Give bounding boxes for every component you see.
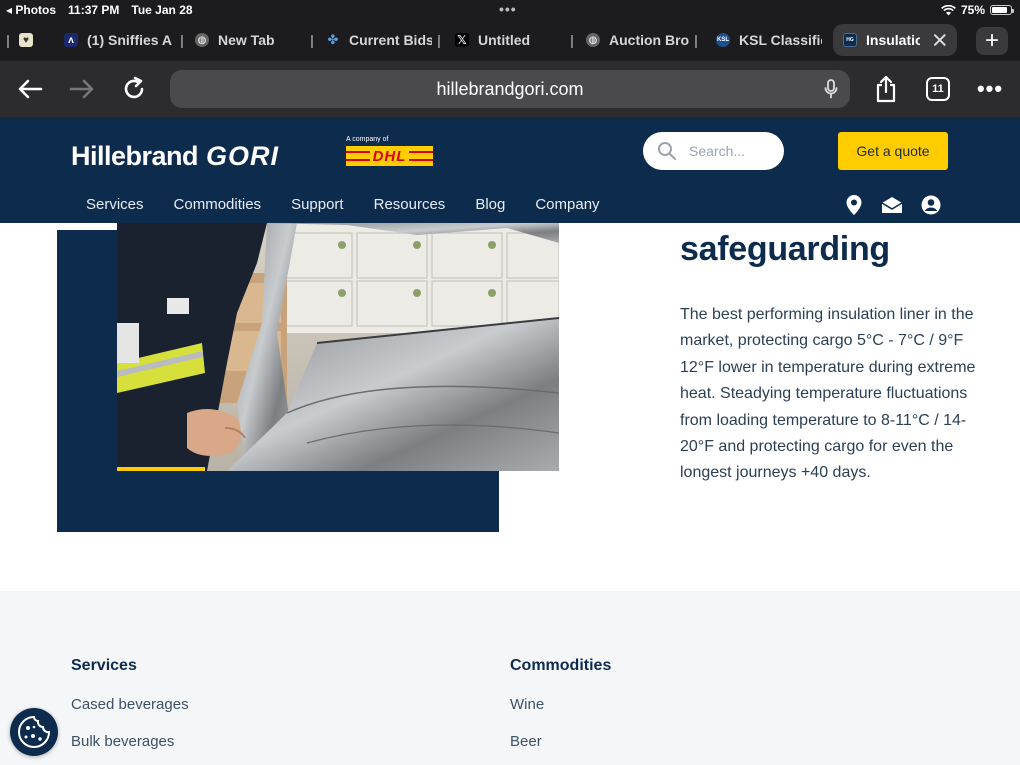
more-options-button[interactable]: ••• (974, 73, 1006, 105)
footer-commodities-title: Commodities (510, 657, 612, 674)
x-logo-icon: 𝕏 (455, 33, 469, 47)
cookie-settings-button[interactable] (10, 708, 58, 756)
tab-count: 11 (932, 83, 944, 95)
tab-favicon-icon: ♥ (18, 33, 33, 47)
insulation-liner-photo (117, 223, 559, 471)
ellipsis-icon: ••• (976, 76, 1004, 101)
location-pin-icon[interactable] (845, 194, 863, 216)
footer-link-wine[interactable]: Wine (510, 696, 611, 713)
battery-percent: 75% (960, 3, 985, 17)
search-placeholder: Search... (689, 143, 746, 159)
footer-link-cased-beverages[interactable]: Cased beverages (71, 696, 189, 713)
tab-untitled[interactable]: 𝕏 Untitled (455, 24, 555, 56)
user-account-icon[interactable] (921, 195, 941, 215)
back-button[interactable] (14, 73, 46, 105)
back-to-app-link[interactable]: ◂ Photos (6, 3, 56, 17)
footer-link-beer[interactable]: Beer (510, 733, 611, 750)
photo-illustration (117, 223, 559, 471)
ksl-icon: KSL (716, 33, 730, 47)
hillebrand-gori-logo[interactable]: Hillebrand GORI (71, 141, 279, 172)
logo-hillebrand-text: Hillebrand (71, 141, 199, 171)
footer-commodities-column: Commodities Wine Beer (510, 657, 611, 765)
nav-blog[interactable]: Blog (475, 196, 505, 213)
forward-button[interactable] (66, 73, 98, 105)
search-icon (658, 142, 676, 160)
tab-ksl-classifieds[interactable]: KSL KSL Classifie (716, 24, 822, 56)
reload-icon (124, 76, 144, 99)
site-search-input[interactable]: Search... (643, 132, 784, 170)
tab-auction-brok[interactable]: ◍ Auction Brok (586, 24, 690, 56)
sniffies-icon: ᴧ (64, 33, 78, 47)
globe-icon: ◍ (195, 33, 209, 47)
tab-strip: | ♥ ᴧ (1) Sniffies A | ◍ New Tab | ✤ Cur… (0, 19, 1020, 61)
new-tab-plus-button[interactable]: + (976, 27, 1008, 55)
status-time: 11:37 PM (68, 3, 120, 17)
share-button[interactable] (870, 73, 902, 105)
section-body-text: The best performing insulation liner in … (680, 306, 976, 482)
header-icon-group (845, 194, 941, 216)
tab-sniffies[interactable]: ᴧ (1) Sniffies A (64, 24, 176, 56)
tab-count-icon: 11 (926, 77, 950, 101)
tab-current-bids[interactable]: ✤ Current Bids (326, 24, 432, 56)
get-a-quote-button[interactable]: Get a quote (838, 132, 948, 170)
battery-icon (990, 5, 1014, 15)
nav-commodities[interactable]: Commodities (174, 196, 262, 213)
status-date: Tue Jan 28 (131, 3, 193, 17)
main-nav: Services Commodities Support Resources B… (86, 196, 600, 213)
globe-icon: ◍ (586, 33, 600, 47)
share-icon (876, 75, 896, 103)
site-header: Hillebrand GORI A company of DHL Search.… (0, 117, 1020, 223)
wifi-icon (941, 4, 956, 15)
nav-company[interactable]: Company (535, 196, 599, 213)
browser-toolbar: hillebrandgori.com 11 ••• (0, 61, 1020, 117)
cookie-icon (18, 715, 51, 748)
tab-overview-button[interactable]: 11 (922, 73, 954, 105)
arrow-left-icon (18, 79, 43, 99)
hillebrand-favicon: HG (843, 33, 857, 47)
company-of-label: A company of (346, 136, 389, 143)
close-tab-icon[interactable] (933, 33, 947, 47)
section-heading: safeguarding (680, 230, 890, 268)
photo-yellow-accent (117, 467, 205, 471)
microphone-icon[interactable] (824, 79, 838, 99)
footer-services-title: Services (71, 657, 137, 674)
envelope-icon[interactable] (881, 196, 903, 214)
footer-services-column: Services Cased beverages Bulk beverages (71, 657, 189, 765)
site-footer: Services Cased beverages Bulk beverages … (0, 591, 1020, 765)
nav-support[interactable]: Support (291, 196, 344, 213)
tab-hidden-left[interactable]: | ♥ (6, 24, 33, 56)
multitasking-dots-icon[interactable]: ••• (499, 1, 517, 17)
tab-insulation-active[interactable]: HG Insulatio (833, 24, 957, 56)
nav-resources[interactable]: Resources (374, 196, 446, 213)
tab-new-tab[interactable]: ◍ New Tab (195, 24, 305, 56)
footer-link-bulk-beverages[interactable]: Bulk beverages (71, 733, 189, 750)
dhl-badge: A company of DHL (346, 136, 433, 166)
address-bar[interactable]: hillebrandgori.com (170, 70, 850, 108)
bids-icon: ✤ (327, 32, 339, 47)
reload-button[interactable] (118, 73, 150, 105)
arrow-right-icon (69, 79, 94, 99)
logo-gori-text: GORI (206, 141, 280, 171)
address-bar-url: hillebrandgori.com (436, 78, 584, 99)
dhl-logo: DHL (346, 146, 433, 166)
nav-services[interactable]: Services (86, 196, 144, 213)
status-bar: ◂ Photos 11:37 PM Tue Jan 28 ••• 75% (0, 0, 1020, 19)
